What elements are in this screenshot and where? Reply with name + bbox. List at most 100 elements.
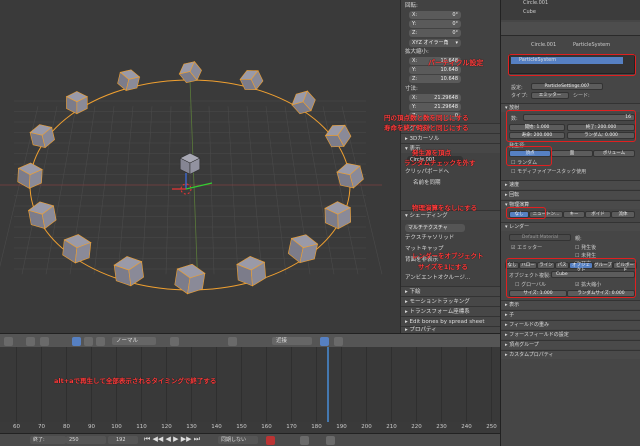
annotation-render-line1: レンダーをオブジェクト xyxy=(412,252,484,260)
parent-label: 親: xyxy=(575,236,582,242)
sync-name-button[interactable]: 名前を同期 xyxy=(413,179,441,188)
snap-select[interactable]: 近接 xyxy=(272,337,312,345)
annotation-count-line2: 寿命を終了時刻と同じにする xyxy=(384,124,469,132)
panel-rotation[interactable]: ▸ 回転 xyxy=(501,190,640,199)
keying-set-icon[interactable] xyxy=(326,436,335,445)
end-frame-field[interactable]: 終了: xyxy=(30,436,66,444)
rotate-icon[interactable] xyxy=(96,337,105,346)
panel-render[interactable]: ▾ レンダー xyxy=(501,222,640,231)
playback-controls[interactable]: ⏮ ◀◀ ◀ ▶ ▶▶ ⏭ xyxy=(144,435,200,444)
annotation-particle-setting: パーティクル設定 xyxy=(428,59,484,67)
outliner-item-cube[interactable]: Cube xyxy=(523,9,536,15)
particle-cube[interactable] xyxy=(174,262,206,296)
current-frame-field[interactable]: 192 xyxy=(108,436,138,444)
translate-icon[interactable] xyxy=(84,337,93,346)
physics-fluid-button[interactable]: 流体 xyxy=(611,211,635,218)
particle-cube[interactable] xyxy=(287,232,319,266)
particle-cube[interactable] xyxy=(116,67,141,92)
ruler-tick-label: 170 xyxy=(286,424,297,430)
render-icon[interactable] xyxy=(334,337,343,346)
viewport-header: ノーマル 近接 xyxy=(0,333,500,347)
panel-force-field[interactable]: ▸ フォースフィールドの設定 xyxy=(501,330,640,339)
breadcrumb-particles: ParticleSystem xyxy=(573,42,611,48)
annotation-box-physics xyxy=(506,207,546,219)
ruler-tick-label: 160 xyxy=(261,424,272,430)
annotation-box-particle xyxy=(508,54,636,76)
breadcrumb-object: Circle.001 xyxy=(531,42,557,48)
rot-x-field[interactable]: X: 0° xyxy=(409,11,461,19)
panel-display[interactable]: ▸ 表示 xyxy=(501,300,640,309)
panel-children[interactable]: ▸ 子 xyxy=(501,310,640,319)
shading-icon[interactable] xyxy=(26,337,35,346)
record-icon[interactable] xyxy=(266,436,275,445)
type-select[interactable]: エミッター xyxy=(531,92,569,99)
texture-solid-check[interactable]: テクスチャソリッド xyxy=(405,234,454,243)
rotation-mode-select[interactable]: XYZ オイラー角 ▾ xyxy=(409,39,461,47)
particle-cube[interactable] xyxy=(113,255,144,288)
ruler-tick-label: 210 xyxy=(386,424,397,430)
source-cube[interactable] xyxy=(179,152,201,175)
section-edit-bones[interactable]: ▸ Edit bones by spread sheet xyxy=(401,316,501,326)
particle-cube[interactable] xyxy=(288,87,318,118)
manipulator-icon[interactable] xyxy=(72,337,81,346)
dim-y-field[interactable]: Y: 21.29648 xyxy=(409,103,461,111)
particle-cube[interactable] xyxy=(238,66,265,94)
section-transform-orientation[interactable]: ▸ トランスフォーム座標系 xyxy=(401,306,501,316)
view-menu-icon[interactable] xyxy=(4,337,13,346)
timeline-ruler[interactable]: 60 70 80 90 100 110 120 130 140 150 160 170 180 190 20… xyxy=(0,422,500,433)
pivot-icon[interactable] xyxy=(40,337,49,346)
particle-cube[interactable] xyxy=(236,255,267,287)
particle-cube[interactable] xyxy=(323,120,354,151)
properties-tabs[interactable] xyxy=(501,22,640,36)
3d-viewport[interactable] xyxy=(0,0,400,333)
particle-settings-select[interactable]: ParticleSettings.007 xyxy=(531,83,603,90)
dim-x-field[interactable]: X: 21.29648 xyxy=(409,94,461,102)
panel-field-weights[interactable]: ▸ フィールドの重み xyxy=(501,320,640,329)
outliner-strip xyxy=(501,0,640,20)
annotation-count-line1: 円の頂点数と数を同じにする xyxy=(384,114,469,122)
type-label: タイプ: xyxy=(511,93,528,99)
end-frame-value[interactable]: 250 xyxy=(66,436,106,444)
material-select[interactable]: Default Material xyxy=(509,234,571,241)
sync-select[interactable]: 同期しない xyxy=(218,436,258,444)
section-3d-cursor[interactable]: ▸ 3Dカーソル xyxy=(401,133,501,143)
ruler-tick-label: 230 xyxy=(436,424,447,430)
seed-label: シード: xyxy=(573,93,590,99)
panel-velocity[interactable]: ▸ 速度 xyxy=(501,180,640,189)
section-background[interactable]: ▸ 下絵 xyxy=(401,286,501,296)
layer-icon[interactable] xyxy=(228,337,237,346)
ruler-tick-label: 110 xyxy=(136,424,147,430)
scale-z-field[interactable]: Z: 10.648 xyxy=(409,75,461,83)
rotation-label: 回転: xyxy=(405,3,418,9)
panel-vertex-groups[interactable]: ▸ 頂点グループ xyxy=(501,340,640,349)
physics-keyed-button[interactable]: キー xyxy=(563,211,585,218)
settings-label: 設定: xyxy=(511,85,523,91)
annotation-render-line2: サイズを1にする xyxy=(418,263,468,271)
rot-y-field[interactable]: Y: 0° xyxy=(409,20,461,28)
snap-icon[interactable] xyxy=(320,337,329,346)
emit-faces-button[interactable]: 面 xyxy=(551,150,593,157)
viewport-scene[interactable] xyxy=(0,0,400,333)
orientation-select[interactable]: ノーマル xyxy=(112,337,156,345)
emitter-checkbox[interactable]: ☑ エミッター xyxy=(511,244,542,251)
modifier-stack-checkbox[interactable]: ☐ モディファイアースタック使用 xyxy=(511,168,586,175)
panel-custom-properties[interactable]: ▸ カスタムプロパティ xyxy=(501,350,640,359)
ruler-tick-label: 200 xyxy=(361,424,372,430)
layer-icon[interactable] xyxy=(170,337,179,346)
keyframe-icon[interactable] xyxy=(300,436,309,445)
ambient-occlusion-check[interactable]: アンビエントオクルージ... xyxy=(405,274,470,283)
annotation-emit-line2: ランダムチェックを外す xyxy=(404,159,476,167)
outliner-item-circle[interactable]: Circle.001 xyxy=(523,0,548,6)
clipboard-button[interactable]: クリッパボードへ xyxy=(405,168,449,177)
multitexture-select[interactable]: マルチテクスチャ xyxy=(405,224,465,232)
emit-volume-button[interactable]: ボリューム xyxy=(593,150,635,157)
section-properties[interactable]: ▸ プロパティ xyxy=(401,326,501,333)
rot-z-field[interactable]: Z: 0° xyxy=(409,29,461,37)
particle-cube[interactable] xyxy=(65,91,88,115)
physics-boids-button[interactable]: ボイド xyxy=(585,211,611,218)
particle-cube[interactable] xyxy=(29,122,56,150)
section-motion-tracking[interactable]: ▸ モーショントラッキング xyxy=(401,296,501,306)
timeline[interactable]: alt+aで再生して全部表示されるタイミングで終了する xyxy=(0,347,500,433)
parent-checkbox[interactable]: ☐ 発生後 xyxy=(575,244,596,251)
ruler-tick-label: 250 xyxy=(486,424,497,430)
